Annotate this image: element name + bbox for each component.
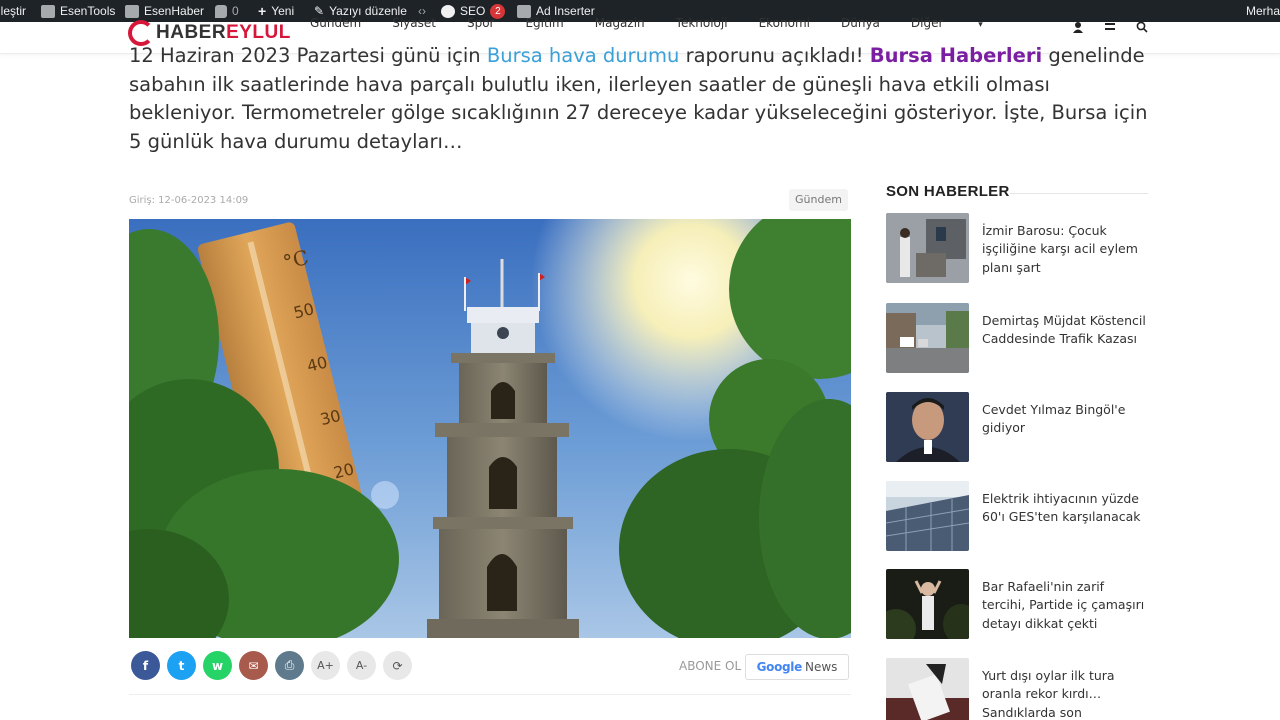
news-thumbnail [886,392,969,462]
font-increase-button[interactable]: A+ [311,651,340,680]
sidebar-news-item[interactable]: Demirtaş Müjdat Köstencil Caddesinde Tra… [886,303,1148,373]
share-divider [129,694,851,695]
menu-icon[interactable] [1104,21,1116,36]
intro-link-bursa-haberleri[interactable]: Bursa Haberleri [870,44,1042,67]
nav-item-gundem[interactable]: Gündem [310,16,361,30]
admin-customize-link[interactable]: lleştir [0,0,26,22]
admin-esentools-link[interactable]: EsenTools [41,0,115,22]
comment-icon [215,4,227,18]
news-title: Yurt dışı oylar ilk tura oranla rekor kı… [982,668,1115,720]
article-date: Giriş: 12-06-2023 14:09 [129,195,249,206]
email-share-button[interactable]: ✉ [239,651,268,680]
admin-account-link[interactable]: Merha [1246,0,1280,22]
facebook-icon: f [142,658,149,673]
refresh-button[interactable]: ⟳ [383,651,412,680]
whatsapp-share-button[interactable]: w [203,651,232,680]
logo-text-main: HABER [156,22,227,43]
sidebar-news-item[interactable]: Yurt dışı oylar ilk tura oranla rekor kı… [886,658,1148,720]
nav-item-ekonomi[interactable]: Ekonomi [759,16,810,30]
refresh-icon: ⟳ [392,658,403,673]
logo-text-accent: EYLUL [226,22,291,43]
main-nav: Gündem Siyaset Spor Eğitim Magazin Tekno… [310,16,1045,30]
news-title: Elektrik ihtiyacının yüzde 60'ı GES'ten … [982,491,1141,525]
print-button[interactable]: ⎙ [275,651,304,680]
nav-item-dunya[interactable]: Dünya [841,16,880,30]
user-icon[interactable] [1072,21,1084,36]
nav-item-teknoloji[interactable]: Teknoloji [676,16,728,30]
sidebar-title: SON HABERLER [886,183,1010,200]
google-news-button[interactable]: Google News [745,654,849,680]
article-intro: 12 Haziran 2023 Pazartesi günü için Burs… [129,42,1159,156]
admin-customize-label: lleştir [0,4,27,18]
sidebar-news-item[interactable]: Bar Rafaeli'nin zarif tercihi, Partide i… [886,569,1148,639]
header-tools [1072,21,1148,36]
home-icon [125,4,139,18]
category-badge[interactable]: Gündem [789,189,848,211]
twitter-share-button[interactable]: t [167,651,196,680]
font-decrease-button[interactable]: A- [347,651,376,680]
news-title: Cevdet Yılmaz Bingöl'e gidiyor [982,402,1126,436]
sidebar-news-item[interactable]: Elektrik ihtiyacının yüzde 60'ı GES'ten … [886,481,1148,551]
search-icon[interactable] [1136,21,1148,36]
share-bar: f t w ✉ ⎙ A+ A- ⟳ [131,651,412,680]
nav-item-siyaset[interactable]: Siyaset [392,16,436,30]
print-icon: ⎙ [284,658,295,672]
nav-item-diger-label: Diğer [910,16,944,30]
nav-item-magazin[interactable]: Magazin [595,16,645,30]
intro-link-hava-durumu[interactable]: Bursa hava durumu [487,44,680,67]
news-title: Bar Rafaeli'nin zarif tercihi, Partide i… [982,579,1145,631]
nav-item-egitim[interactable]: Eğitim [525,16,563,30]
esentools-icon [41,4,55,18]
nav-item-spor[interactable]: Spor [467,16,495,30]
font-decrease-icon: A- [355,659,368,672]
news-thumbnail [886,658,969,720]
admin-esentools-label: EsenTools [60,4,116,18]
clock-tower-photo: °C 50 40 30 20 [129,219,851,638]
google-news-label: News [804,660,838,674]
facebook-share-button[interactable]: f [131,651,160,680]
subscribe-label: ABONE OL [679,659,742,673]
news-thumbnail [886,213,969,283]
twitter-icon: t [178,658,185,673]
google-logo-text: Google [756,660,803,674]
logo-text: HABEREYLUL [156,22,291,44]
intro-text-1: 12 Haziran 2023 Pazartesi günü için [129,44,487,67]
nav-item-diger[interactable]: Diğer ▾ [911,16,1014,30]
admin-greeting: Merha [1246,4,1280,18]
google-logo: Google [756,660,803,674]
email-icon: ✉ [248,658,259,673]
news-thumbnail [886,481,969,551]
whatsapp-icon: w [211,658,224,673]
sidebar-news-item[interactable]: İzmir Barosu: Çocuk işçiliğine karşı aci… [886,213,1148,283]
font-increase-icon: A+ [317,659,334,672]
news-thumbnail [886,569,969,639]
article-hero-image: °C 50 40 30 20 [129,219,851,638]
article-body-peek [129,712,851,720]
sidebar-title-rule [1010,193,1148,194]
intro-text-2: raporunu açıkladı! [679,44,870,67]
news-title: İzmir Barosu: Çocuk işçiliğine karşı aci… [982,223,1138,275]
news-title: Demirtaş Müjdat Köstencil Caddesinde Tra… [982,313,1146,347]
news-thumbnail [886,303,969,373]
sidebar-news-item[interactable]: Cevdet Yılmaz Bingöl'e gidiyor [886,392,1148,462]
chevron-down-icon: ▾ [978,20,983,30]
